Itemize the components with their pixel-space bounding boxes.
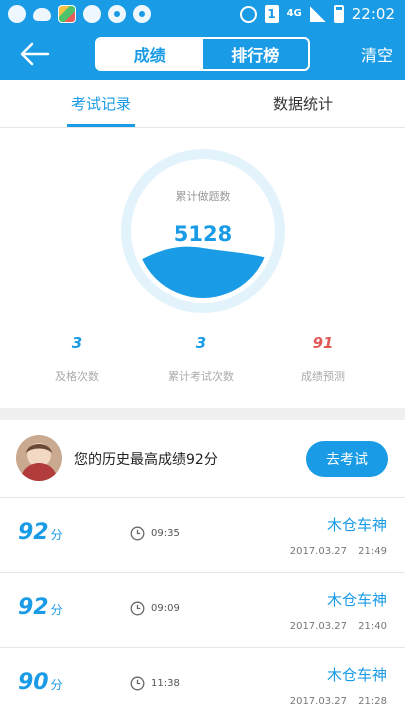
best-score-text: 您的历史最高成绩92分	[74, 452, 218, 468]
record-score: 92 分	[18, 595, 63, 620]
take-exam-button[interactable]: 去考试	[306, 441, 388, 477]
record-date: 2017.03.27	[289, 696, 347, 707]
sub-tabs: 考试记录 数据统计	[0, 80, 405, 128]
qq-icon	[8, 5, 26, 23]
stat-exam-count: 3 累计考试次数	[136, 334, 266, 384]
signal-icon	[309, 6, 326, 22]
back-button[interactable]	[14, 38, 56, 70]
score-unit: 分	[50, 603, 63, 617]
sim-indicator: 1	[264, 5, 279, 23]
record-time: 21:49	[358, 546, 387, 557]
active-tab-indicator	[67, 124, 135, 127]
tab-data-statistics[interactable]: 数据统计	[202, 80, 404, 127]
record-duration: 11:38	[151, 678, 180, 689]
stat-value: 3	[71, 334, 83, 352]
record-date: 2017.03.27	[289, 621, 347, 632]
record-name: 木仓车神	[326, 666, 387, 684]
battery-icon	[333, 5, 344, 23]
record-score: 90 分	[18, 670, 63, 695]
notification-icon	[133, 5, 151, 23]
best-score-row: 您的历史最高成绩92分 去考试	[0, 420, 405, 498]
status-left-icons	[8, 4, 151, 24]
status-right: 1 4G 22:02	[239, 3, 395, 25]
app-color-icon	[58, 5, 76, 23]
clear-button[interactable]: 清空	[361, 42, 393, 66]
stat-value: 3	[195, 334, 207, 352]
record-time: 21:40	[358, 621, 387, 632]
record-duration: 09:09	[151, 603, 180, 614]
status-bar: 1 4G 22:02	[0, 0, 405, 28]
avatar[interactable]	[16, 435, 62, 481]
record-datetime: 2017.03.27 21:28	[290, 696, 387, 707]
total-questions-gauge: 累计做题数 5128	[120, 148, 286, 314]
stat-value: 91	[312, 334, 334, 352]
alarm-icon	[239, 5, 257, 23]
stat-score-prediction: 91 成绩预测	[258, 334, 388, 384]
stat-label: 累计考试次数	[168, 370, 234, 383]
score-unit: 分	[50, 528, 63, 542]
list-item[interactable]: 92 分 09:09 木仓车神 2017.03.27 21:40	[0, 573, 405, 648]
tab-scores[interactable]: 成绩	[97, 39, 203, 69]
tab-exam-records[interactable]: 考试记录	[0, 80, 202, 127]
message-icon	[108, 5, 126, 23]
record-time: 21:28	[358, 696, 387, 707]
score-value: 90	[18, 670, 49, 695]
status-time: 22:02	[351, 5, 395, 23]
nav-bar: 成绩 排行榜 清空	[0, 28, 405, 80]
record-datetime: 2017.03.27 21:40	[290, 621, 387, 632]
gauge-value: 5128	[173, 222, 233, 246]
clock-icon	[130, 676, 145, 691]
stat-label: 成绩预测	[301, 370, 345, 383]
record-name: 木仓车神	[326, 591, 387, 609]
list-item[interactable]: 92 分 09:35 木仓车神 2017.03.27 21:49	[0, 498, 405, 573]
record-score: 92 分	[18, 520, 63, 545]
gauge-label: 累计做题数	[175, 190, 231, 203]
clock-icon	[130, 601, 145, 616]
record-date: 2017.03.27	[289, 546, 347, 557]
list-item[interactable]: 90 分 11:38 木仓车神 2017.03.27 21:28	[0, 648, 405, 720]
stat-pass-count: 3 及格次数	[12, 334, 142, 384]
record-duration: 09:35	[151, 528, 180, 539]
section-divider	[0, 408, 405, 420]
network-type: 4G	[286, 8, 302, 19]
record-name: 木仓车神	[326, 516, 387, 534]
arrow-left-icon	[20, 42, 50, 66]
avatar-image	[16, 435, 62, 481]
clock-icon	[130, 526, 145, 541]
segmented-control: 成绩 排行榜	[95, 37, 310, 71]
score-value: 92	[18, 520, 49, 545]
record-datetime: 2017.03.27 21:49	[290, 546, 387, 557]
score-value: 92	[18, 595, 49, 620]
wechat-icon	[83, 5, 101, 23]
cloud-icon	[33, 7, 51, 21]
score-unit: 分	[50, 678, 63, 692]
tab-ranking[interactable]: 排行榜	[203, 39, 309, 69]
stat-label: 及格次数	[55, 370, 99, 383]
